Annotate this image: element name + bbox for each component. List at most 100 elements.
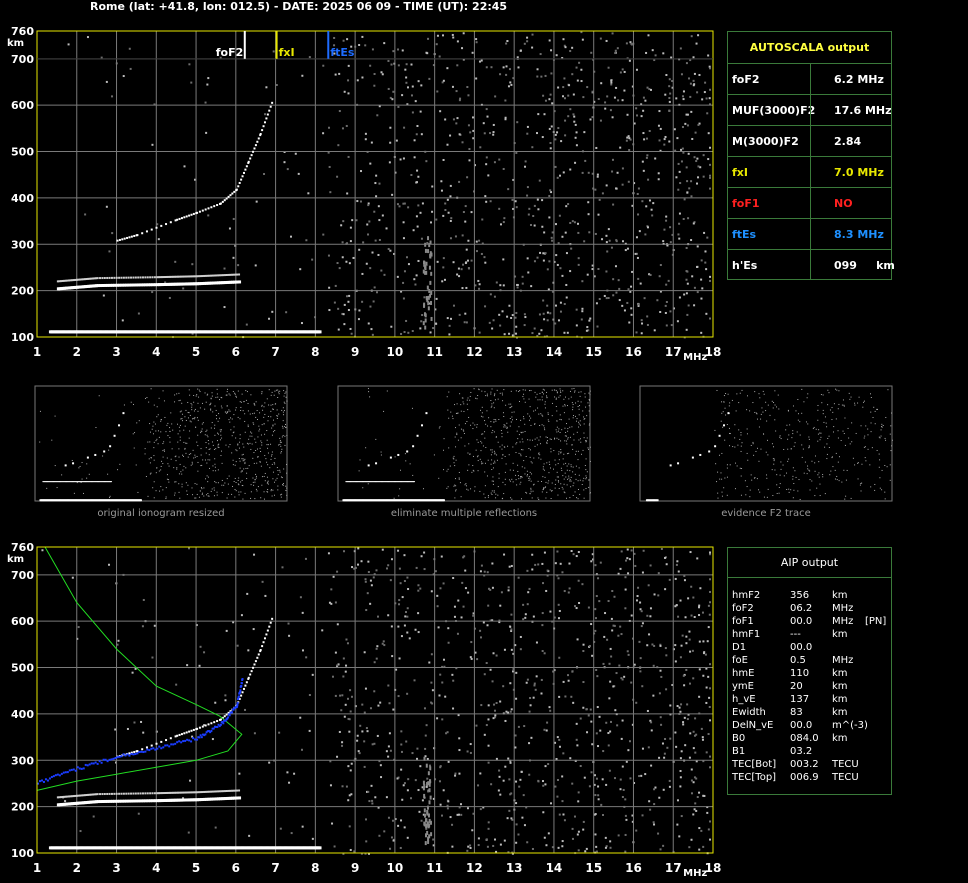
thumb-dot bbox=[538, 439, 540, 441]
thumb-dot bbox=[584, 465, 586, 467]
f-trace-lower-point bbox=[215, 274, 218, 277]
noise-dot bbox=[427, 306, 430, 311]
noise-dot bbox=[299, 268, 302, 271]
thumb-dot bbox=[524, 467, 526, 469]
aip-trace-point bbox=[138, 750, 141, 753]
thumb-dot bbox=[181, 413, 183, 415]
thumb-dot bbox=[251, 435, 253, 437]
thumb-dot bbox=[250, 497, 252, 499]
noise-dot bbox=[397, 625, 400, 628]
noise-dot bbox=[577, 849, 580, 852]
thumb-dot bbox=[215, 482, 217, 484]
thumb-dot bbox=[577, 498, 579, 500]
thumb-dot bbox=[505, 426, 507, 428]
thumb-dot bbox=[530, 389, 532, 391]
thumb-dot bbox=[195, 497, 197, 499]
f-trace-lower-point bbox=[103, 277, 106, 280]
noise-dot bbox=[569, 757, 572, 760]
thumb-dot bbox=[570, 480, 572, 482]
noise-dot bbox=[606, 250, 609, 253]
thumb-dot bbox=[571, 444, 573, 446]
thumb-dot bbox=[470, 424, 472, 426]
noise-dot bbox=[360, 560, 363, 563]
noise-dot bbox=[698, 848, 701, 851]
noise-dot bbox=[571, 837, 574, 840]
noise-dot bbox=[523, 313, 526, 316]
thumb-dot bbox=[467, 469, 469, 471]
noise-dot bbox=[583, 776, 586, 779]
noise-dot bbox=[444, 118, 447, 121]
thumb-dot bbox=[281, 477, 283, 479]
thumb-dot bbox=[232, 464, 234, 466]
aip-trace-point bbox=[96, 762, 99, 765]
thumb-dot bbox=[543, 425, 545, 427]
thumb-dot bbox=[231, 493, 233, 495]
noise-dot bbox=[669, 226, 672, 229]
thumb-dot bbox=[581, 484, 583, 486]
noise-dot bbox=[659, 127, 662, 130]
noise-dot bbox=[391, 819, 394, 822]
noise-dot bbox=[642, 169, 645, 172]
noise-dot bbox=[642, 96, 645, 99]
noise-dot bbox=[543, 231, 546, 234]
f-trace-lower-point bbox=[224, 790, 227, 793]
noise-dot bbox=[499, 843, 502, 846]
thumb-dot bbox=[537, 399, 539, 401]
noise-dot bbox=[582, 820, 585, 823]
noise-dot bbox=[635, 68, 638, 71]
thumb-dot bbox=[160, 431, 162, 433]
thumb-dot bbox=[179, 411, 181, 413]
noise-dot bbox=[441, 718, 444, 721]
f-trace-point bbox=[242, 687, 245, 690]
noise-dot bbox=[523, 324, 526, 327]
thumb-dot bbox=[565, 462, 567, 464]
noise-dot bbox=[430, 290, 433, 295]
thumb-dot bbox=[454, 484, 456, 486]
thumb-dot bbox=[276, 477, 278, 479]
noise-dot bbox=[628, 558, 631, 561]
noise-dot bbox=[464, 587, 467, 590]
thumb-dot bbox=[213, 427, 215, 429]
noise-dot bbox=[617, 279, 620, 282]
noise-dot bbox=[327, 254, 330, 257]
noise-dot bbox=[516, 121, 519, 124]
noise-dot bbox=[689, 732, 692, 735]
thumb-dot bbox=[533, 457, 535, 459]
noise-dot bbox=[510, 564, 513, 567]
noise-dot bbox=[541, 624, 544, 627]
noise-dot bbox=[597, 577, 600, 580]
noise-dot bbox=[611, 590, 614, 593]
thumb-dot bbox=[560, 467, 562, 469]
f-trace-lower-point bbox=[146, 792, 149, 795]
noise-dot bbox=[550, 802, 553, 805]
noise-dot bbox=[467, 124, 470, 127]
noise-dot bbox=[646, 86, 649, 89]
noise-dot bbox=[430, 300, 433, 305]
noise-dot bbox=[379, 701, 382, 704]
noise-dot bbox=[305, 656, 308, 659]
noise-dot bbox=[658, 756, 661, 759]
noise-dot bbox=[402, 297, 405, 300]
thumb-dot bbox=[583, 437, 585, 439]
thumb-dot bbox=[274, 390, 276, 392]
thumb-dot bbox=[555, 479, 557, 481]
f-trace-lower-point bbox=[222, 274, 225, 277]
noise-dot bbox=[455, 90, 458, 93]
thumb-dot bbox=[522, 396, 524, 398]
f-trace-point bbox=[204, 208, 207, 211]
thumb-trace bbox=[139, 499, 142, 502]
thumb-dot bbox=[286, 487, 288, 489]
thumb-dot bbox=[527, 439, 529, 441]
thumb-dot bbox=[162, 456, 164, 458]
thumb-dot bbox=[214, 458, 216, 460]
noise-dot bbox=[659, 644, 662, 647]
noise-dot bbox=[668, 78, 671, 81]
thumb-dot bbox=[279, 469, 281, 471]
noise-dot bbox=[412, 229, 415, 232]
noise-dot bbox=[485, 200, 488, 203]
f-trace-lower-point bbox=[217, 274, 220, 277]
noise-dot bbox=[614, 49, 617, 52]
f-trace-lower-point bbox=[206, 790, 209, 793]
noise-dot bbox=[469, 656, 472, 659]
noise-dot bbox=[447, 760, 450, 763]
